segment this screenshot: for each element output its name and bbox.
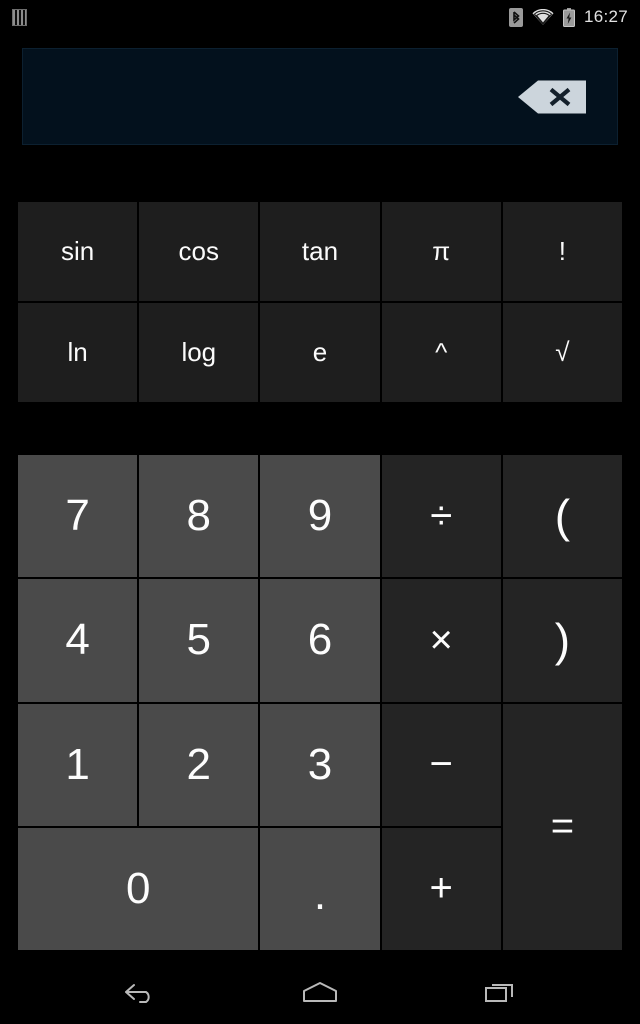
function-keypad: sin cos tan π ! ln log e ^ √ xyxy=(18,202,622,402)
decimal-point-key[interactable]: . xyxy=(260,827,380,950)
calculator-display[interactable] xyxy=(22,48,618,145)
digit-5-key[interactable]: 5 xyxy=(139,579,259,702)
recent-apps-icon[interactable] xyxy=(475,972,525,1012)
sin-key[interactable]: sin xyxy=(18,202,138,301)
factorial-key[interactable]: ! xyxy=(502,202,622,301)
ln-key[interactable]: ln xyxy=(18,303,138,402)
divide-key[interactable]: ÷ xyxy=(381,455,501,578)
log-key[interactable]: log xyxy=(139,303,259,402)
close-paren-key[interactable]: ) xyxy=(502,579,622,702)
digit-2-key[interactable]: 2 xyxy=(139,703,259,826)
back-arrow-icon[interactable] xyxy=(115,972,165,1012)
open-paren-key[interactable]: ( xyxy=(502,455,622,578)
backspace-delete-icon[interactable] xyxy=(518,80,586,113)
power-key[interactable]: ^ xyxy=(381,303,501,402)
status-bar-left xyxy=(0,8,27,26)
home-icon[interactable] xyxy=(295,972,345,1012)
status-bar: 16:27 xyxy=(0,0,640,34)
minus-key[interactable]: − xyxy=(381,703,501,826)
sqrt-key[interactable]: √ xyxy=(502,303,622,402)
calculator-app: 16:27 sin cos tan π ! ln log e ^ √ 7 8 9… xyxy=(0,0,640,1024)
status-bar-clock: 16:27 xyxy=(583,7,628,26)
euler-key[interactable]: e xyxy=(260,303,380,402)
digit-6-key[interactable]: 6 xyxy=(260,579,380,702)
digit-4-key[interactable]: 4 xyxy=(18,579,138,702)
battery-charging-icon xyxy=(562,7,575,27)
app-bars-icon xyxy=(12,8,27,26)
multiply-key[interactable]: × xyxy=(381,579,501,702)
digit-8-key[interactable]: 8 xyxy=(139,455,259,578)
wifi-icon xyxy=(532,8,554,26)
bluetooth-icon xyxy=(508,7,523,27)
android-nav-bar xyxy=(0,960,640,1024)
plus-key[interactable]: + xyxy=(381,827,501,950)
status-bar-right: 16:27 xyxy=(508,7,640,27)
equals-key[interactable]: = xyxy=(502,703,622,950)
tan-key[interactable]: tan xyxy=(260,202,380,301)
digit-3-key[interactable]: 3 xyxy=(260,703,380,826)
digit-9-key[interactable]: 9 xyxy=(260,455,380,578)
pi-key[interactable]: π xyxy=(381,202,501,301)
digit-7-key[interactable]: 7 xyxy=(18,455,138,578)
cos-key[interactable]: cos xyxy=(139,202,259,301)
digit-1-key[interactable]: 1 xyxy=(18,703,138,826)
digit-0-key[interactable]: 0 xyxy=(18,827,259,950)
number-keypad: 7 8 9 ÷ ( 4 5 6 × ) 1 2 3 − = 0 . + xyxy=(18,455,622,950)
